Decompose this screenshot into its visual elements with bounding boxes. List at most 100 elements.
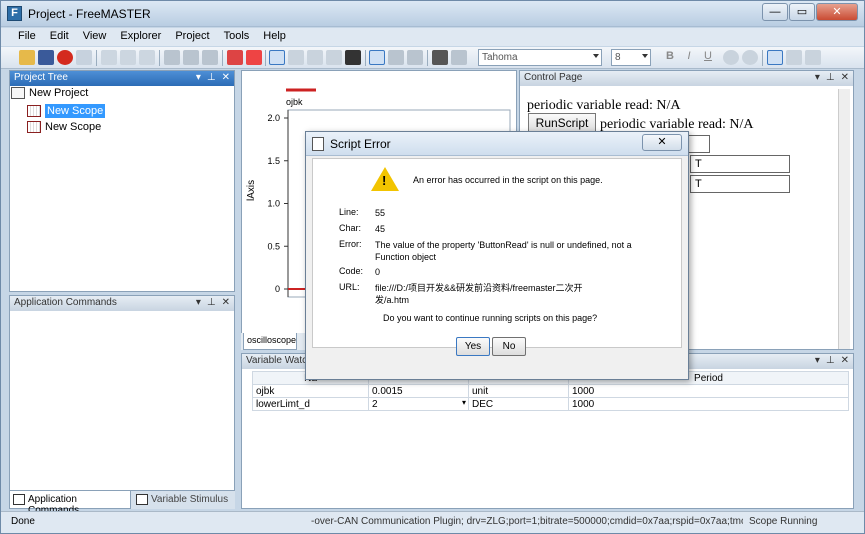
underline-icon[interactable]: U xyxy=(700,50,716,65)
window-title: Project - FreeMASTER xyxy=(28,7,151,21)
grid-icon[interactable] xyxy=(369,50,385,65)
refresh-icon[interactable] xyxy=(202,50,218,65)
run-script-button[interactable]: RunScript xyxy=(528,113,596,133)
menu-file[interactable]: File xyxy=(11,28,43,46)
maximize-button[interactable]: ▭ xyxy=(789,3,815,21)
no-button[interactable]: No xyxy=(492,337,526,356)
properties-icon[interactable] xyxy=(76,50,92,65)
dropdown-icon[interactable]: ▾ xyxy=(815,355,820,366)
back-icon[interactable] xyxy=(164,50,180,65)
y-axis-label: lAxis xyxy=(246,179,257,201)
pin-icon[interactable]: ⊥ xyxy=(207,72,216,83)
pan-icon[interactable] xyxy=(307,50,323,65)
measure-icon[interactable] xyxy=(326,50,342,65)
table-row[interactable]: lowerLimt_d 2 ▾ DEC 1000 xyxy=(252,397,849,411)
tab-label: Variable Stimulus xyxy=(151,494,229,505)
chevron-down-icon[interactable]: ▾ xyxy=(462,398,466,407)
stimulus-icon xyxy=(136,494,148,505)
options-icon[interactable] xyxy=(451,50,467,65)
scope-icon xyxy=(27,121,41,133)
y-tick-label: 0 xyxy=(275,284,280,294)
align-center-icon[interactable] xyxy=(786,50,802,65)
close-icon[interactable]: ✕ xyxy=(222,72,230,83)
paste-icon[interactable] xyxy=(139,50,155,65)
record-icon[interactable] xyxy=(246,50,262,65)
pin-icon[interactable]: ⊥ xyxy=(826,72,835,83)
pointer-icon[interactable] xyxy=(269,50,285,65)
tree-node-label: New Scope xyxy=(45,121,102,133)
tab-oscilloscope[interactable]: oscilloscope xyxy=(243,333,297,350)
title-bar[interactable]: F Project - FreeMASTER — ▭ ✕ xyxy=(1,1,864,27)
font-size-select[interactable]: 8 xyxy=(611,49,651,66)
align-left-icon[interactable] xyxy=(767,50,783,65)
chevron-down-icon xyxy=(593,54,599,58)
cell-value[interactable]: 0.0015 xyxy=(368,384,469,398)
up-icon[interactable] xyxy=(388,50,404,65)
cell-value[interactable]: 2 ▾ xyxy=(368,397,469,411)
dropdown-icon[interactable]: ▾ xyxy=(196,297,201,308)
zoom-out-icon[interactable] xyxy=(742,50,758,65)
dropdown-icon[interactable]: ▾ xyxy=(815,72,820,83)
table-row[interactable]: ojbk 0.0015 unit 1000 xyxy=(252,384,849,398)
forward-icon[interactable] xyxy=(183,50,199,65)
camera-icon[interactable] xyxy=(432,50,448,65)
close-icon[interactable]: ✕ xyxy=(841,72,849,83)
pin-icon[interactable]: ⊥ xyxy=(826,355,835,366)
menu-explorer[interactable]: Explorer xyxy=(113,28,168,46)
cell-period: 1000 xyxy=(568,397,849,411)
label-char: Char: xyxy=(339,223,362,233)
stimulus-icon[interactable] xyxy=(227,50,243,65)
script-error-dialog: Script Error ✕ ! An error has occurred i… xyxy=(305,131,689,380)
close-button[interactable]: ✕ xyxy=(816,3,858,21)
pin-icon[interactable]: ⊥ xyxy=(207,297,216,308)
scope-legend-label: ojbk xyxy=(286,97,303,107)
cut-icon[interactable] xyxy=(101,50,117,65)
vertical-scrollbar[interactable] xyxy=(838,89,850,349)
bold-icon[interactable]: B xyxy=(662,50,678,65)
variable-watch-title: Variable Watch xyxy=(246,355,313,366)
save-icon[interactable] xyxy=(38,50,54,65)
tab-application-commands[interactable]: Application Commands xyxy=(9,491,131,516)
minimize-button[interactable]: — xyxy=(762,3,788,21)
y-tick-label: 1.0 xyxy=(267,199,280,209)
menu-tools[interactable]: Tools xyxy=(217,28,257,46)
dialog-title: Script Error xyxy=(330,137,391,151)
tree-node-scope-1[interactable]: New Scope xyxy=(27,104,106,118)
dropdown-icon[interactable]: ▾ xyxy=(196,72,201,83)
stop-icon[interactable] xyxy=(57,50,73,65)
menu-edit[interactable]: Edit xyxy=(43,28,76,46)
tab-variable-stimulus[interactable]: Variable Stimulus xyxy=(133,491,233,509)
yes-button[interactable]: Yes xyxy=(456,337,490,356)
copy-icon[interactable] xyxy=(120,50,136,65)
control-input-3[interactable]: T xyxy=(690,175,790,193)
tree-node-scope-2[interactable]: New Scope xyxy=(27,121,101,133)
tree-node-project[interactable]: New Project xyxy=(11,87,88,99)
cell-unit: DEC xyxy=(468,397,569,411)
cell-name: ojbk xyxy=(252,384,369,398)
value-code: 0 xyxy=(375,267,381,277)
dialog-title-bar[interactable]: Script Error ✕ xyxy=(306,132,688,156)
open-icon[interactable] xyxy=(19,50,35,65)
close-icon[interactable]: ✕ xyxy=(841,355,849,366)
app-commands-header: Application Commands ▾ ⊥ ✕ xyxy=(10,296,234,311)
zoom-in-icon[interactable] xyxy=(723,50,739,65)
align-right-icon[interactable] xyxy=(805,50,821,65)
project-tree-title: Project Tree xyxy=(14,72,68,83)
italic-icon[interactable]: I xyxy=(681,50,697,65)
lock-icon[interactable] xyxy=(345,50,361,65)
down-icon[interactable] xyxy=(407,50,423,65)
value-char: 45 xyxy=(375,224,386,234)
value-error: The value of the property 'ButtonRead' i… xyxy=(375,240,632,262)
menu-help[interactable]: Help xyxy=(256,28,293,46)
close-icon[interactable]: ✕ xyxy=(222,297,230,308)
error-message: An error has occurred in the script on t… xyxy=(413,175,603,185)
menu-view[interactable]: View xyxy=(76,28,114,46)
cell-value-text: 2 xyxy=(372,398,378,410)
control-input-2[interactable]: T xyxy=(690,155,790,173)
dialog-close-button[interactable]: ✕ xyxy=(642,134,682,151)
menu-project[interactable]: Project xyxy=(168,28,216,46)
font-name-select[interactable]: Tahoma xyxy=(478,49,602,66)
status-left: Done xyxy=(11,516,35,527)
zoom-icon[interactable] xyxy=(288,50,304,65)
app-commands-panel: Application Commands ▾ ⊥ ✕ xyxy=(9,295,235,491)
